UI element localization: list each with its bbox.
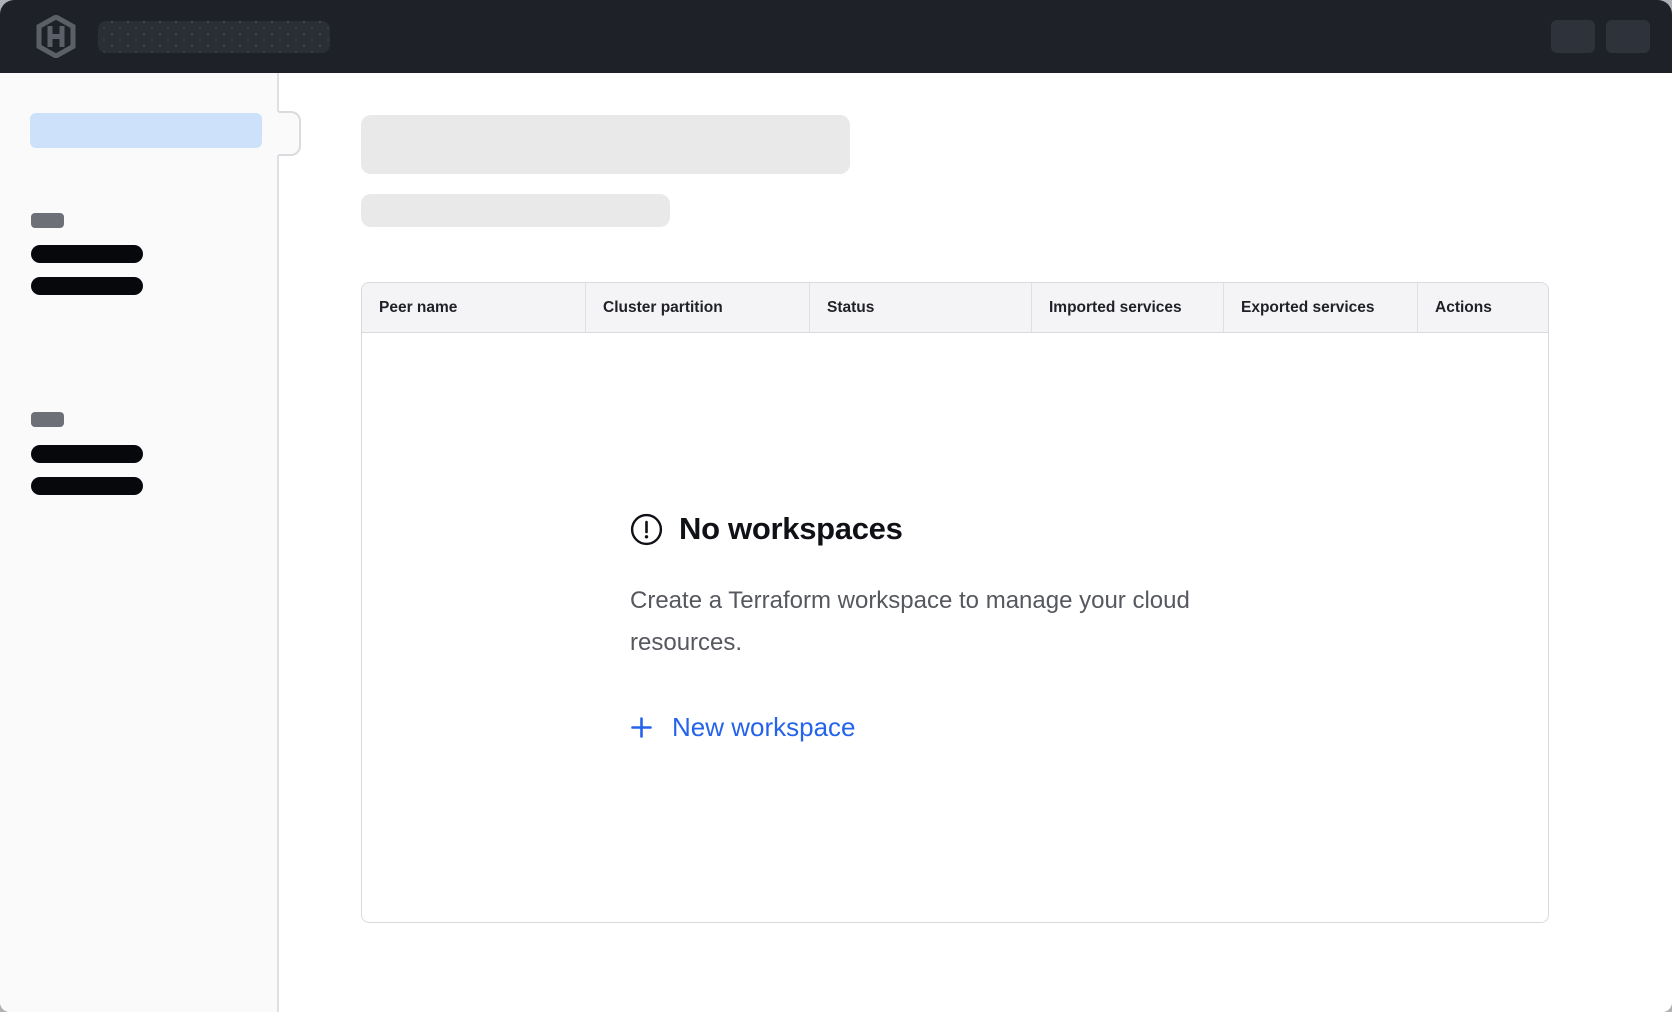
plus-icon [630,716,653,739]
column-header-imported-services: Imported services [1031,283,1223,332]
sidebar [0,73,279,1012]
empty-state-description: Create a Terraform workspace to manage y… [630,580,1280,664]
sidebar-link-skeleton[interactable] [31,477,143,495]
new-workspace-button-label: New workspace [672,712,856,743]
page-title-skeleton [361,115,850,174]
search-input-skeleton[interactable] [98,21,330,53]
alert-circle-icon [630,513,663,546]
sidebar-link-skeleton[interactable] [31,445,143,463]
new-workspace-button[interactable]: New workspace [630,712,856,743]
empty-state-title: No workspaces [679,511,903,547]
app-window: Peer name Cluster partition Status Impor… [0,0,1672,1012]
column-header-actions: Actions [1417,283,1548,332]
sidebar-section-heading-skeleton [31,213,64,228]
sidebar-section-heading-skeleton [31,412,64,427]
top-navigation-bar [0,0,1672,73]
column-header-peer-name: Peer name [362,283,585,332]
column-header-status: Status [809,283,1031,332]
table-header-row: Peer name Cluster partition Status Impor… [362,283,1548,333]
hashicorp-logo-icon[interactable] [36,15,76,58]
column-header-exported-services: Exported services [1223,283,1417,332]
sidebar-active-item-skeleton[interactable] [30,113,262,148]
topbar-button-skeleton-2[interactable] [1606,20,1650,53]
empty-state: No workspaces Create a Terraform workspa… [630,511,1280,744]
main-content: Peer name Cluster partition Status Impor… [279,73,1672,1012]
sidebar-collapse-handle[interactable] [277,111,301,156]
page-subtitle-skeleton [361,194,670,227]
topbar-button-skeleton-1[interactable] [1551,20,1595,53]
workspaces-table: Peer name Cluster partition Status Impor… [361,282,1549,923]
sidebar-link-skeleton[interactable] [31,245,143,263]
column-header-cluster-partition: Cluster partition [585,283,809,332]
sidebar-link-skeleton[interactable] [31,277,143,295]
